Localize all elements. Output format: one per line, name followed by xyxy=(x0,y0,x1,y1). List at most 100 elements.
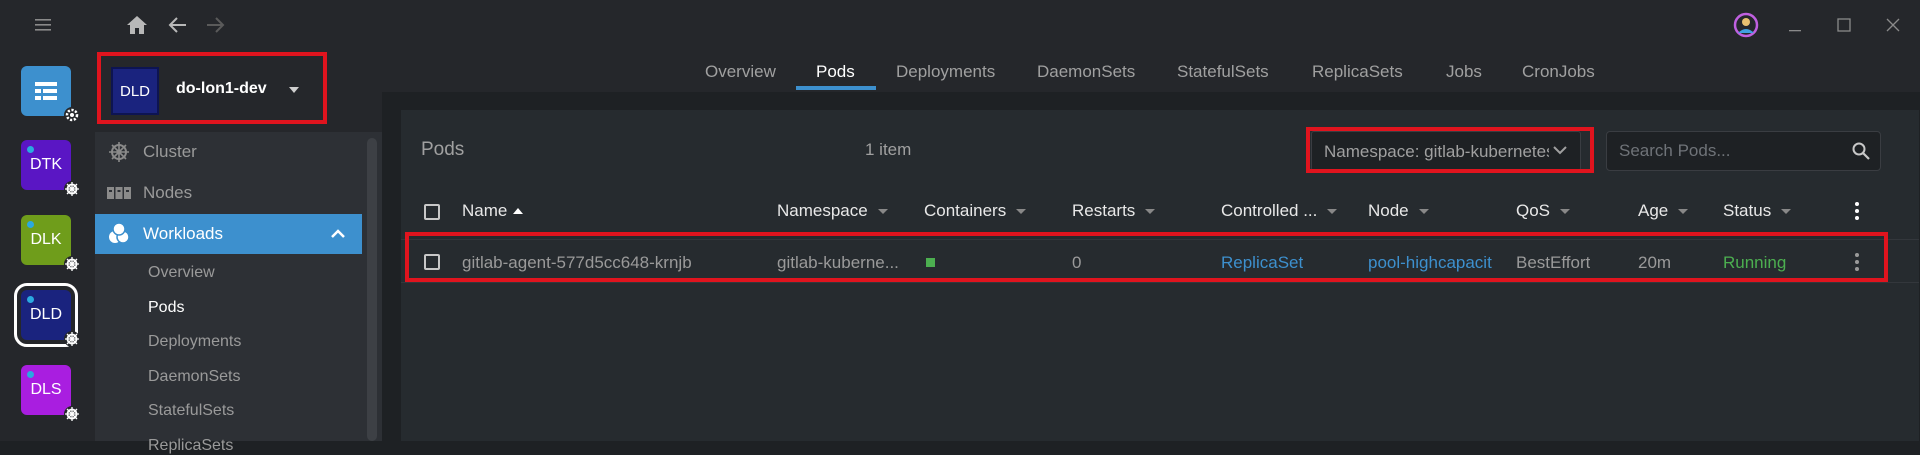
pod-age: 20m xyxy=(1638,253,1672,272)
catalog-icon xyxy=(35,82,57,100)
pod-status: Running xyxy=(1723,253,1787,272)
active-tab-indicator xyxy=(796,86,876,90)
chevron-down-icon xyxy=(1553,146,1567,155)
tab-cronjobs[interactable]: CronJobs xyxy=(1522,62,1595,82)
tab-jobs[interactable]: Jobs xyxy=(1446,62,1482,82)
cluster-name: do-lon1-dev xyxy=(176,80,267,97)
cluster-avatar: DLD xyxy=(111,67,159,115)
tab-overview[interactable]: Overview xyxy=(705,62,776,82)
chevron-down-icon[interactable] xyxy=(289,87,299,93)
sidebar-item-nodes[interactable]: Nodes xyxy=(95,173,362,213)
cluster-abbr: DLS xyxy=(30,381,62,398)
status-dot xyxy=(27,221,34,228)
column-header-label: QoS xyxy=(1516,201,1551,220)
column-header-namespace[interactable]: Namespace xyxy=(777,201,888,221)
cluster-abbr: DTK xyxy=(30,156,62,173)
cluster-header[interactable]: DLD do-lon1-dev xyxy=(95,50,382,132)
sidebar-subitem-replicasets[interactable]: ReplicaSets xyxy=(148,437,233,455)
column-header-label: Controlled ... xyxy=(1221,201,1318,220)
container-status-indicator[interactable] xyxy=(926,258,935,267)
status-dot xyxy=(27,371,34,378)
sort-asc-icon xyxy=(513,208,524,214)
minimize-icon[interactable] xyxy=(1782,12,1808,38)
column-header-status[interactable]: Status xyxy=(1723,201,1792,221)
sidebar-subitem-statefulsets[interactable]: StatefulSets xyxy=(148,402,234,420)
column-header-containers[interactable]: Containers xyxy=(924,201,1027,221)
hotbar-cluster-dtk[interactable]: DTK xyxy=(21,140,80,197)
sort-icon xyxy=(1781,208,1792,214)
resource-tabs: Overview Pods Deployments DaemonSets Statefu… xyxy=(382,50,1920,92)
tab-replicasets[interactable]: ReplicaSets xyxy=(1312,62,1403,82)
home-icon[interactable] xyxy=(124,12,150,38)
gear-icon xyxy=(64,107,80,123)
row-menu-icon[interactable] xyxy=(1855,253,1859,274)
table-row[interactable]: gitlab-agent-577d5cc648-krnjb gitlab-kub… xyxy=(401,239,1919,283)
sidebar-subitem-overview[interactable]: Overview xyxy=(148,264,215,282)
namespace-select[interactable]: Namespace: gitlab-kubernetes xyxy=(1311,131,1581,171)
node-link[interactable]: pool-highcapacit xyxy=(1368,253,1500,273)
sort-icon xyxy=(1678,208,1689,214)
cluster-abbr: DLD xyxy=(29,306,62,323)
search-box[interactable] xyxy=(1606,131,1881,171)
column-header-age[interactable]: Age xyxy=(1638,201,1689,221)
column-header-label: Name xyxy=(462,201,508,220)
panel-title: Pods xyxy=(421,139,465,160)
tab-daemonsets[interactable]: DaemonSets xyxy=(1037,62,1135,82)
helm-wheel-icon xyxy=(64,331,80,347)
sort-icon xyxy=(1016,208,1027,214)
arrow-left-icon[interactable] xyxy=(165,12,191,38)
hotbar-cluster-dls[interactable]: DLS xyxy=(21,365,80,422)
column-header-label: Node xyxy=(1368,201,1409,220)
column-header-restarts[interactable]: Restarts xyxy=(1072,201,1156,221)
catalog-button[interactable] xyxy=(21,66,80,123)
pod-name: gitlab-agent-577d5cc648-krnjb xyxy=(462,253,692,272)
sidebar-item-cluster[interactable]: Cluster xyxy=(95,132,362,172)
tab-pods[interactable]: Pods xyxy=(816,62,855,82)
pod-qos: BestEffort xyxy=(1516,253,1591,272)
column-header-label: Namespace xyxy=(777,201,868,220)
item-count: 1 item xyxy=(865,140,912,159)
tab-statefulsets[interactable]: StatefulSets xyxy=(1177,62,1269,82)
helm-wheel-icon xyxy=(64,406,80,422)
close-icon[interactable] xyxy=(1880,12,1906,38)
sidebar-subitem-daemonsets[interactable]: DaemonSets xyxy=(148,368,241,386)
arrow-right-icon[interactable] xyxy=(202,12,228,38)
sidebar-item-workloads[interactable]: Workloads xyxy=(95,214,362,254)
helm-wheel-icon xyxy=(64,181,80,197)
hamburger-icon[interactable] xyxy=(30,12,56,38)
search-input[interactable] xyxy=(1619,141,1839,161)
pods-panel: Pods 1 item Namespace: gitlab-kubernetes… xyxy=(401,110,1919,441)
controlled-by-link[interactable]: ReplicaSet xyxy=(1221,253,1303,273)
search-icon[interactable] xyxy=(1852,142,1870,160)
select-all-checkbox[interactable] xyxy=(424,204,440,220)
column-header-label: Status xyxy=(1723,201,1772,220)
hotbar: DTK DLK DLD DLS xyxy=(0,50,95,441)
helm-wheel-icon xyxy=(109,142,129,162)
sort-icon xyxy=(1418,208,1429,214)
chevron-up-icon[interactable] xyxy=(331,228,345,238)
sidebar-scrollbar[interactable] xyxy=(367,138,377,441)
pod-restarts: 0 xyxy=(1072,253,1082,272)
title-bar xyxy=(0,0,1920,50)
sidebar-subitem-deployments[interactable]: Deployments xyxy=(148,333,241,351)
sidebar-item-label: Workloads xyxy=(143,224,223,243)
sort-icon xyxy=(1327,208,1338,214)
user-circle-icon[interactable] xyxy=(1733,12,1759,38)
column-header-qos[interactable]: QoS xyxy=(1516,201,1571,221)
column-header-label: Age xyxy=(1638,201,1669,220)
sidebar-item-label: Nodes xyxy=(143,183,193,202)
maximize-icon[interactable] xyxy=(1831,12,1857,38)
column-header-label: Restarts xyxy=(1072,201,1136,220)
helm-wheel-icon xyxy=(64,256,80,272)
column-header-controlled[interactable]: Controlled ... xyxy=(1221,201,1338,221)
sidebar-subitem-pods[interactable]: Pods xyxy=(148,299,184,317)
column-header-label: Containers xyxy=(924,201,1007,220)
row-checkbox[interactable] xyxy=(424,254,440,270)
tab-deployments[interactable]: Deployments xyxy=(896,62,995,82)
hotbar-cluster-dlk[interactable]: DLK xyxy=(21,215,80,272)
nodes-icon xyxy=(107,187,131,199)
column-header-name[interactable]: Name xyxy=(462,201,524,221)
hotbar-cluster-dld[interactable]: DLD xyxy=(14,283,80,347)
column-menu-icon[interactable] xyxy=(1855,202,1859,223)
column-header-node[interactable]: Node xyxy=(1368,201,1429,221)
